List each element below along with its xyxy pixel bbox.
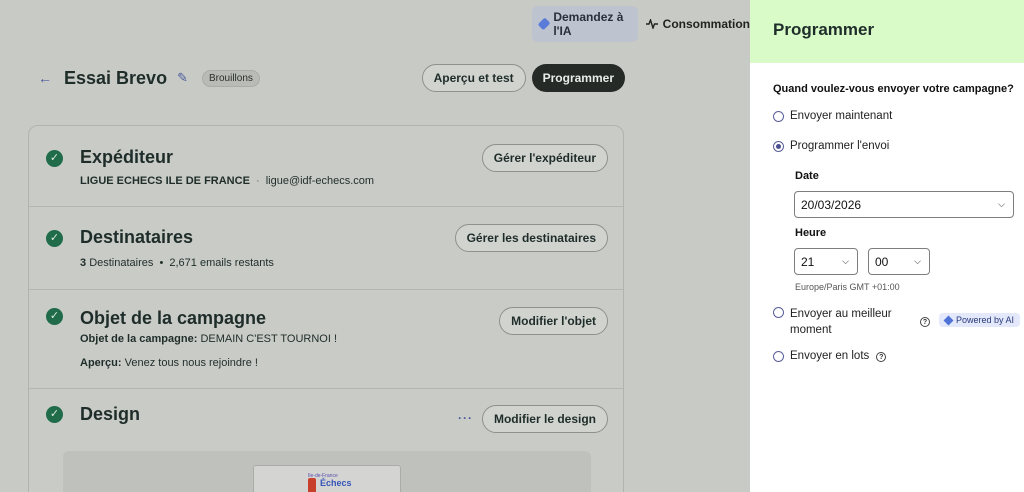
date-value: 20/03/2026 [801,197,862,212]
edit-subject-button[interactable]: Modifier l'objet [499,307,608,335]
radio-button[interactable] [773,111,784,122]
recipient-count-label: Destinataires [89,257,154,269]
section-sender: ✓ Expéditeur LIGUE ECHECS ILE DE FRANCE … [29,126,623,207]
chess-piece-icon [308,478,316,492]
timezone-label: Europe/Paris GMT +01:00 [795,282,900,292]
subject-line: Objet de la campagne: DEMAIN C'EST TOURN… [80,333,337,345]
section-recipients: ✓ Destinataires 3 Destinataires • 2,671 … [29,207,623,290]
campaign-sections-card: ✓ Expéditeur LIGUE ECHECS ILE DE FRANCE … [28,125,624,492]
separator: • [159,257,164,269]
option-schedule[interactable]: Programmer l'envoi [773,140,889,152]
date-label: Date [795,170,819,182]
check-icon: ✓ [46,308,63,325]
option-best-time[interactable]: Envoyer au meilleur moment [773,306,923,338]
subject-value: DEMAIN C'EST TOURNOI ! [200,333,338,345]
ask-ai-button[interactable]: Demandez à l'IA [532,6,638,42]
preview-test-button[interactable]: Aperçu et test [421,64,526,92]
preview-label: Aperçu: [80,357,122,369]
ai-diamond-icon [943,315,954,325]
chevron-down-icon: ⌵ [914,256,921,266]
date-select[interactable]: 20/03/2026 ⌵ [794,191,1014,218]
schedule-button[interactable]: Programmer [531,64,625,92]
design-preview[interactable]: Ile-de-France Échecs [63,451,591,492]
radio-button[interactable] [773,307,784,318]
option-label: Envoyer maintenant [790,110,893,122]
preview-value: Venez tous nous rejoindre ! [124,357,258,369]
time-label: Heure [795,227,827,239]
check-icon: ✓ [46,406,63,423]
minute-value: 00 [875,254,889,269]
topbar: Demandez à l'IA Consommation [532,6,750,42]
edit-design-button[interactable]: Modifier le design [481,405,608,433]
edit-pencil-icon[interactable]: ✎ [177,70,188,86]
powered-by-ai-badge: Powered by AI [939,313,1021,327]
manage-recipients-button[interactable]: Gérer les destinataires [454,224,608,252]
chevron-down-icon: ⌵ [998,199,1005,209]
chevron-down-icon: ⌵ [842,256,849,266]
option-send-now[interactable]: Envoyer maintenant [773,110,892,122]
option-batches[interactable]: Envoyer en lots ? [773,350,887,362]
ai-diamond-icon [537,17,551,31]
sender-name: LIGUE ECHECS ILE DE FRANCE [80,175,250,187]
section-title: Destinataires [80,227,194,247]
preview-line: Aperçu: Venez tous nous rejoindre ! [80,357,258,369]
subject-label: Objet de la campagne: [80,333,198,345]
sender-info: LIGUE ECHECS ILE DE FRANCE · ligue@idf-e… [80,175,374,187]
recipients-info: 3 Destinataires • 2,671 emails restants [80,257,274,269]
ask-ai-label: Demandez à l'IA [553,10,624,38]
section-subject: ✓ Objet de la campagne Objet de la campa… [29,290,623,389]
consumption-label: Consommation [662,17,750,31]
panel-title: Programmer [773,20,875,39]
activity-icon [645,19,658,29]
check-icon: ✓ [46,230,63,247]
radio-button[interactable] [773,351,784,362]
radio-button-selected[interactable] [773,141,784,152]
campaign-editor: Demandez à l'IA Consommation ← Essai Bre… [0,0,750,492]
more-options-icon[interactable]: ··· [458,411,473,425]
schedule-panel: Programmer Quand voulez-vous envoyer vot… [750,0,1024,492]
manage-sender-button[interactable]: Gérer l'expéditeur [481,144,608,172]
option-label: Envoyer en lots [790,350,870,362]
emails-remaining: 2,671 emails restants [169,257,274,269]
help-icon[interactable]: ? [920,317,930,327]
status-badge: Brouillons [201,69,260,87]
help-icon[interactable]: ? [876,352,887,362]
recipient-count: 3 [80,257,87,269]
check-icon: ✓ [46,150,63,167]
campaign-header: ← Essai Brevo ✎ Brouillons Aperçu et tes… [38,64,625,92]
consumption-link[interactable]: Consommation [645,17,750,31]
minute-select[interactable]: 00 ⌵ [868,248,930,275]
sender-email: ligue@idf-echecs.com [265,175,375,187]
section-title: Expéditeur [80,147,174,167]
logo-text: Échecs [320,478,352,488]
hour-select[interactable]: 21 ⌵ [794,248,858,275]
back-arrow-icon[interactable]: ← [38,70,64,86]
logo-preview: Ile-de-France Échecs [253,465,401,492]
powered-label: Powered by AI [956,315,1015,325]
panel-header: Programmer [750,0,1024,63]
hour-value: 21 [801,254,815,269]
separator: · [255,175,260,187]
option-label: Programmer l'envoi [790,140,890,152]
section-title: Objet de la campagne [80,308,267,328]
campaign-title: Essai Brevo [64,67,168,88]
send-question: Quand voulez-vous envoyer votre campagne… [773,83,1014,95]
section-title: Design [80,404,141,424]
option-label: Envoyer au meilleur moment [790,308,892,336]
